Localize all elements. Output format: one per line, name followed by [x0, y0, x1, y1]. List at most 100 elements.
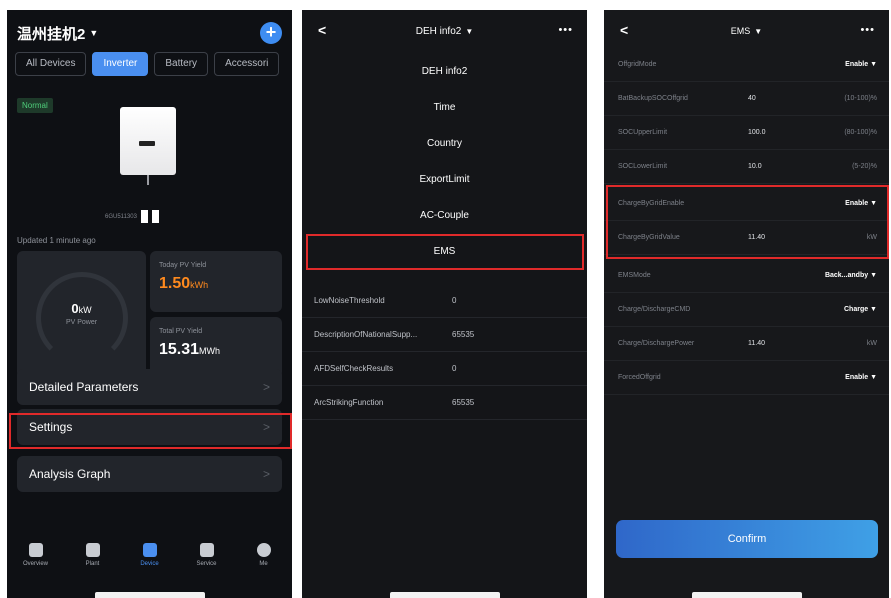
today-yield-number: 1.50 — [159, 275, 191, 292]
inverter-image — [120, 107, 176, 175]
add-device-button[interactable]: + — [260, 22, 282, 44]
nav-me[interactable]: Me — [239, 543, 289, 581]
param-value: 0 — [452, 296, 457, 305]
nav-service[interactable]: Service — [182, 543, 232, 581]
setting-value[interactable]: 100.0 — [748, 129, 766, 136]
chevron-right-icon: > — [262, 467, 270, 481]
range-hint: (5-20)% — [852, 163, 877, 170]
caret-down-icon: ▼ — [465, 27, 474, 36]
serial-number: 6GU511303 — [105, 210, 159, 223]
today-yield-unit: kWh — [190, 280, 209, 290]
setting-value[interactable]: 10.0 — [748, 163, 762, 170]
total-yield-number: 15.31 — [159, 341, 200, 358]
dropdown-item-deh-info2[interactable]: DEH info2 — [302, 66, 587, 77]
range-hint: (80-100)% — [844, 129, 877, 136]
caret-down-icon: ▼ — [89, 28, 99, 38]
more-icon[interactable]: ••• — [860, 24, 875, 36]
updated-time: Updated 1 minute ago — [17, 236, 96, 245]
title-text: EMS — [730, 26, 751, 36]
caret-down-icon: ▼ — [754, 27, 763, 36]
more-icon[interactable]: ••• — [558, 24, 573, 36]
setting-key: EMSMode — [618, 272, 651, 279]
page-title[interactable]: EMS ▼ — [604, 26, 889, 36]
parameter-dropdown-screen: < DEH info2 ▼ ••• DEH info2 Time Country … — [302, 10, 587, 598]
setting-key: Charge/DischargeCMD — [618, 306, 691, 313]
today-yield-label: Today PV Yield — [159, 262, 207, 269]
param-value: 0 — [452, 364, 457, 373]
today-yield-card: Today PV Yield 1.50kWh — [150, 251, 282, 312]
confirm-button[interactable]: Confirm — [616, 520, 878, 558]
pv-power-number: 0 — [71, 301, 79, 316]
pv-power-unit: kW — [78, 305, 92, 315]
dropdown-item-ac-couple[interactable]: AC-Couple — [302, 210, 587, 221]
enable-dropdown[interactable]: Enable ▼ — [845, 61, 877, 68]
dropdown-item-time[interactable]: Time — [302, 102, 587, 113]
tab-battery[interactable]: Battery — [154, 52, 209, 76]
enable-dropdown[interactable]: Enable ▼ — [845, 374, 877, 381]
ems-settings-screen: < EMS ▼ ••• OffgridMode Enable ▼ BatBacku… — [604, 10, 889, 598]
nav-label: Me — [259, 561, 268, 567]
setting-value[interactable]: 11.40 — [748, 340, 765, 347]
status-badge: Normal — [17, 98, 53, 113]
device-icon — [142, 543, 157, 557]
total-yield-label: Total PV Yield — [159, 328, 203, 335]
tab-inverter[interactable]: Inverter — [92, 52, 149, 76]
header: < EMS ▼ ••• — [604, 22, 889, 44]
home-indicator — [389, 592, 500, 598]
nav-label: Device — [140, 561, 159, 567]
param-key: ArcStrikingFunction — [314, 398, 384, 407]
param-key: DescriptionOfNationalSupp... — [314, 330, 418, 339]
plant-selector[interactable]: 温州挂机2 ▼ — [17, 23, 98, 44]
setting-row-charge-discharge-power[interactable]: Charge/DischargePower 11.40 kW — [604, 327, 889, 361]
nav-device[interactable]: Device — [125, 543, 175, 581]
plant-name: 温州挂机2 — [17, 25, 86, 43]
unit-label: kW — [866, 340, 877, 347]
pv-power-gauge — [36, 272, 128, 364]
header: < DEH info2 ▼ ••• — [302, 22, 587, 44]
pv-power-label: PV Power — [65, 319, 98, 326]
list-item[interactable]: ArcStrikingFunction 65535 — [302, 386, 587, 420]
setting-value[interactable]: 40 — [748, 95, 756, 102]
home-indicator — [94, 592, 205, 598]
nav-overview[interactable]: Overview — [11, 543, 61, 581]
me-icon — [256, 543, 271, 557]
pv-power-card: 0kW PV Power — [17, 251, 146, 378]
tab-all-devices[interactable]: All Devices — [15, 52, 87, 76]
tab-accessories[interactable]: Accessori — [214, 52, 280, 76]
mode-dropdown[interactable]: Back...andby ▼ — [825, 272, 877, 279]
title-text: DEH info2 — [415, 26, 462, 37]
analysis-graph-button[interactable]: Analysis Graph > — [17, 456, 282, 492]
list-item[interactable]: LowNoiseThreshold 0 — [302, 284, 587, 318]
setting-row-charge-discharge-cmd[interactable]: Charge/DischargeCMD Charge ▼ — [604, 293, 889, 327]
highlight-box-ems — [306, 234, 584, 270]
param-key: LowNoiseThreshold — [314, 296, 385, 305]
nav-plant[interactable]: Plant — [68, 543, 118, 581]
total-yield-unit: MWh — [199, 346, 221, 356]
device-tabs: All Devices Inverter Battery Accessori — [15, 52, 280, 76]
list-item[interactable]: AFDSelfCheckResults 0 — [302, 352, 587, 386]
dropdown-item-country[interactable]: Country — [302, 138, 587, 149]
setting-row-soc-upper[interactable]: SOCUpperLimit 100.0 (80-100)% — [604, 116, 889, 150]
cmd-dropdown[interactable]: Charge ▼ — [844, 306, 877, 313]
dropdown-item-export-limit[interactable]: ExportLimit — [302, 174, 587, 185]
header: 温州挂机2 ▼ + — [17, 20, 282, 46]
plant-icon — [85, 543, 100, 557]
total-yield-value: 15.31MWh — [159, 341, 220, 359]
device-screen: 温州挂机2 ▼ + All Devices Inverter Battery A… — [7, 10, 292, 598]
setting-row-soc-lower[interactable]: SOCLowerLimit 10.0 (5-20)% — [604, 150, 889, 184]
setting-row-forced-offgrid[interactable]: ForcedOffgrid Enable ▼ — [604, 361, 889, 395]
setting-key: Charge/DischargePower — [618, 340, 695, 347]
setting-row-bat-backup-soc[interactable]: BatBackupSOCOffgrid 40 (10-100)% — [604, 82, 889, 116]
param-key: AFDSelfCheckResults — [314, 364, 394, 373]
bottom-nav: Overview Plant Device Service Me — [7, 543, 292, 581]
list-item[interactable]: DescriptionOfNationalSupp... 65535 — [302, 318, 587, 352]
param-value: 65535 — [452, 398, 475, 407]
setting-row-ems-mode[interactable]: EMSMode Back...andby ▼ — [604, 259, 889, 293]
setting-key: SOCLowerLimit — [618, 163, 668, 170]
detailed-parameters-button[interactable]: Detailed Parameters > — [17, 369, 282, 405]
page-title[interactable]: DEH info2 ▼ — [302, 26, 587, 37]
nav-label: Service — [196, 561, 217, 567]
setting-key: OffgridMode — [618, 61, 657, 68]
redacted-blocks — [140, 210, 159, 223]
setting-row-offgrid-mode[interactable]: OffgridMode Enable ▼ — [604, 48, 889, 82]
